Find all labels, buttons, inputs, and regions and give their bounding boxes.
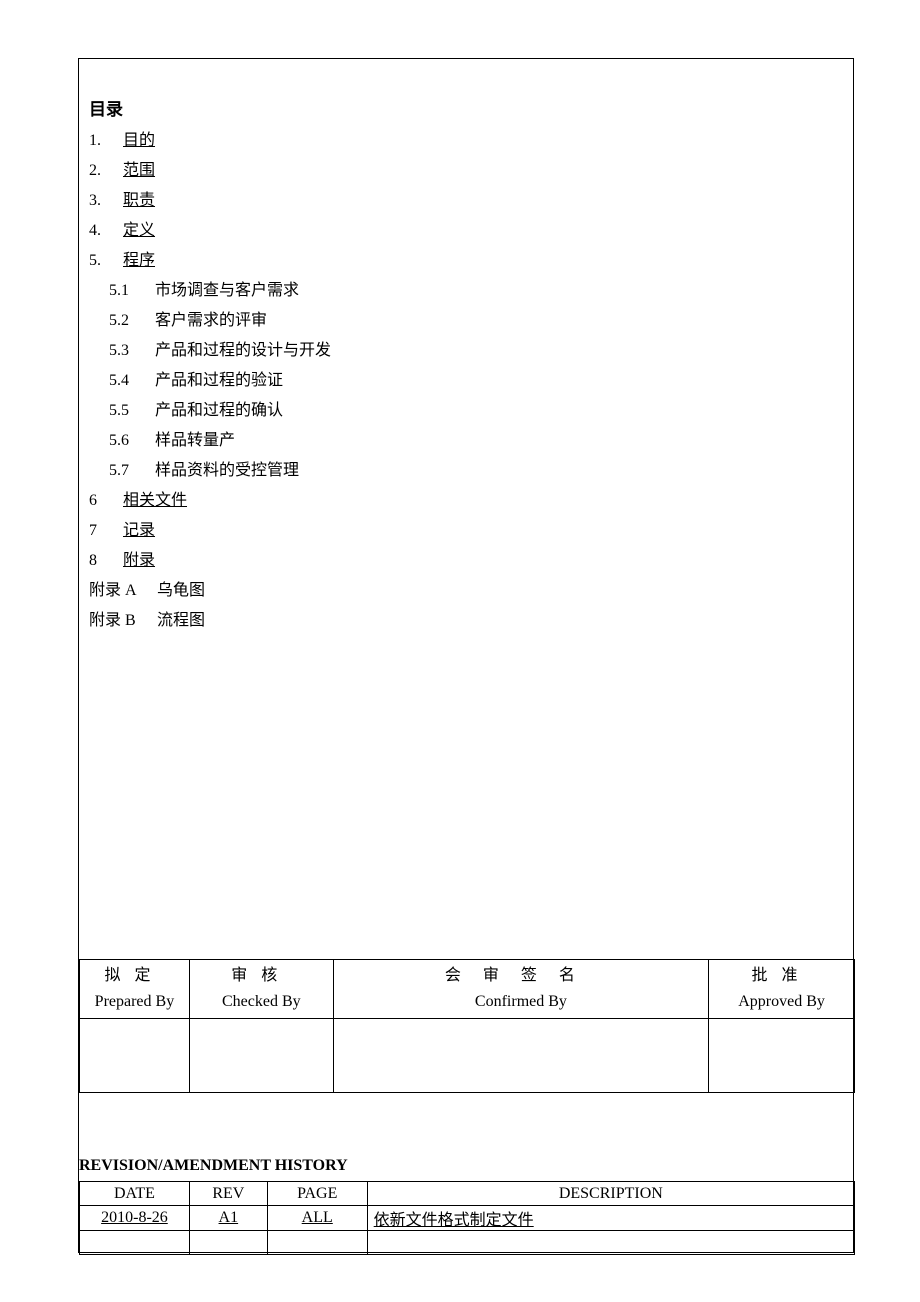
toc-link-records[interactable]: 记录	[123, 522, 155, 539]
toc-item-6: 6 相关文件	[89, 486, 843, 516]
signoff-header-en: Checked By	[222, 993, 301, 1010]
toc-sub-5-2: 5.2 客户需求的评审	[89, 306, 843, 336]
appendix-label: 乌龟图	[157, 582, 205, 599]
toc-num: 8	[89, 546, 119, 576]
toc-sub-5-5: 5.5 产品和过程的确认	[89, 396, 843, 426]
signoff-header-prepared: 拟定 Prepared By	[80, 960, 190, 1019]
revision-date-cell: 2010-8-26	[80, 1206, 190, 1231]
appendix-label: 流程图	[157, 612, 205, 629]
toc-sub-5-4: 5.4 产品和过程的验证	[89, 366, 843, 396]
revision-history-title: REVISION/AMENDMENT HISTORY	[79, 1157, 348, 1175]
toc-num: 1.	[89, 126, 119, 156]
signoff-header-cn: 会审签名	[445, 967, 597, 984]
toc-sub-label: 样品转量产	[155, 432, 235, 449]
revision-header-page: PAGE	[267, 1182, 367, 1206]
toc-sub-label: 产品和过程的验证	[155, 372, 283, 389]
toc-item-3: 3. 职责	[89, 186, 843, 216]
toc-sub-label: 产品和过程的设计与开发	[155, 342, 331, 359]
toc-link-related-docs[interactable]: 相关文件	[123, 492, 187, 509]
signoff-header-en: Prepared By	[95, 993, 175, 1010]
toc-link-scope[interactable]: 范围	[123, 162, 155, 179]
toc-sub-5-6: 5.6 样品转量产	[89, 426, 843, 456]
toc-item-1: 1. 目的	[89, 126, 843, 156]
toc-sub-label: 样品资料的受控管理	[155, 462, 299, 479]
toc-sub-num: 5.1	[109, 276, 151, 306]
signoff-checked-cell	[189, 1019, 333, 1093]
revision-rev: A1	[219, 1209, 239, 1226]
toc-num: 5.	[89, 246, 119, 276]
toc-item-4: 4. 定义	[89, 216, 843, 246]
toc-sub-label: 产品和过程的确认	[155, 402, 283, 419]
toc-link-procedure[interactable]: 程序	[123, 252, 155, 269]
toc-sub-5-7: 5.7 样品资料的受控管理	[89, 456, 843, 486]
revision-desc-cell	[367, 1231, 854, 1255]
revision-header-date: DATE	[80, 1182, 190, 1206]
revision-history-table: DATE REV PAGE DESCRIPTION 2010-8-26 A1 A…	[79, 1181, 855, 1255]
signoff-header-cn: 拟定	[104, 967, 164, 984]
toc-sub-5-3: 5.3 产品和过程的设计与开发	[89, 336, 843, 366]
toc-sub-label: 客户需求的评审	[155, 312, 267, 329]
appendix-key: 附录 A	[89, 576, 153, 606]
revision-rev-cell	[189, 1231, 267, 1255]
signoff-header-en: Confirmed By	[475, 993, 567, 1010]
toc-item-5: 5. 程序	[89, 246, 843, 276]
signoff-header-confirmed: 会审签名 Confirmed By	[333, 960, 708, 1019]
toc-num: 6	[89, 486, 119, 516]
revision-desc-cell: 依新文件格式制定文件	[367, 1206, 854, 1231]
toc-item-2: 2. 范围	[89, 156, 843, 186]
toc-link-responsibility[interactable]: 职责	[123, 192, 155, 209]
signoff-value-row	[80, 1019, 855, 1093]
appendix-key: 附录 B	[89, 606, 153, 636]
revision-desc: 依新文件格式制定文件	[374, 1212, 534, 1229]
toc-num: 4.	[89, 216, 119, 246]
revision-header-row: DATE REV PAGE DESCRIPTION	[80, 1182, 855, 1206]
toc-sub-num: 5.4	[109, 366, 151, 396]
appendix-a: 附录 A 乌龟图	[89, 576, 843, 606]
toc-item-7: 7 记录	[89, 516, 843, 546]
signoff-approved-cell	[709, 1019, 855, 1093]
revision-date-cell	[80, 1231, 190, 1255]
revision-header-desc: DESCRIPTION	[367, 1182, 854, 1206]
toc-section: 目录 1. 目的 2. 范围 3. 职责 4. 定义 5. 程序 5.1 市场调…	[79, 59, 853, 636]
toc-item-8: 8 附录	[89, 546, 843, 576]
signoff-header-checked: 审核 Checked By	[189, 960, 333, 1019]
revision-page-cell	[267, 1231, 367, 1255]
toc-sub-num: 5.7	[109, 456, 151, 486]
signoff-prepared-cell	[80, 1019, 190, 1093]
signoff-header-cn: 审核	[231, 967, 291, 984]
signoff-header-cn: 批准	[752, 967, 812, 984]
toc-sub-5-1: 5.1 市场调查与客户需求	[89, 276, 843, 306]
toc-num: 2.	[89, 156, 119, 186]
toc-sub-label: 市场调查与客户需求	[155, 282, 299, 299]
revision-row: 2010-8-26 A1 ALL 依新文件格式制定文件	[80, 1206, 855, 1231]
toc-sub-num: 5.3	[109, 336, 151, 366]
toc-sub-num: 5.6	[109, 426, 151, 456]
revision-page-cell: ALL	[267, 1206, 367, 1231]
revision-row	[80, 1231, 855, 1255]
toc-title: 目录	[89, 95, 843, 120]
signoff-header-approved: 批准 Approved By	[709, 960, 855, 1019]
signoff-table: 拟定 Prepared By 审核 Checked By 会审签名 Confir…	[79, 959, 855, 1093]
toc-link-appendix[interactable]: 附录	[123, 552, 155, 569]
toc-num: 7	[89, 516, 119, 546]
toc-sub-num: 5.2	[109, 306, 151, 336]
revision-rev-cell: A1	[189, 1206, 267, 1231]
toc-link-purpose[interactable]: 目的	[123, 132, 155, 149]
page-frame: 目录 1. 目的 2. 范围 3. 职责 4. 定义 5. 程序 5.1 市场调…	[78, 58, 854, 1253]
signoff-header-row: 拟定 Prepared By 审核 Checked By 会审签名 Confir…	[80, 960, 855, 1019]
revision-date: 2010-8-26	[101, 1209, 168, 1226]
signoff-confirmed-cell	[333, 1019, 708, 1093]
appendix-b: 附录 B 流程图	[89, 606, 843, 636]
toc-sub-num: 5.5	[109, 396, 151, 426]
revision-page: ALL	[302, 1209, 333, 1226]
revision-header-rev: REV	[189, 1182, 267, 1206]
toc-num: 3.	[89, 186, 119, 216]
toc-link-definition[interactable]: 定义	[123, 222, 155, 239]
signoff-header-en: Approved By	[738, 993, 825, 1010]
